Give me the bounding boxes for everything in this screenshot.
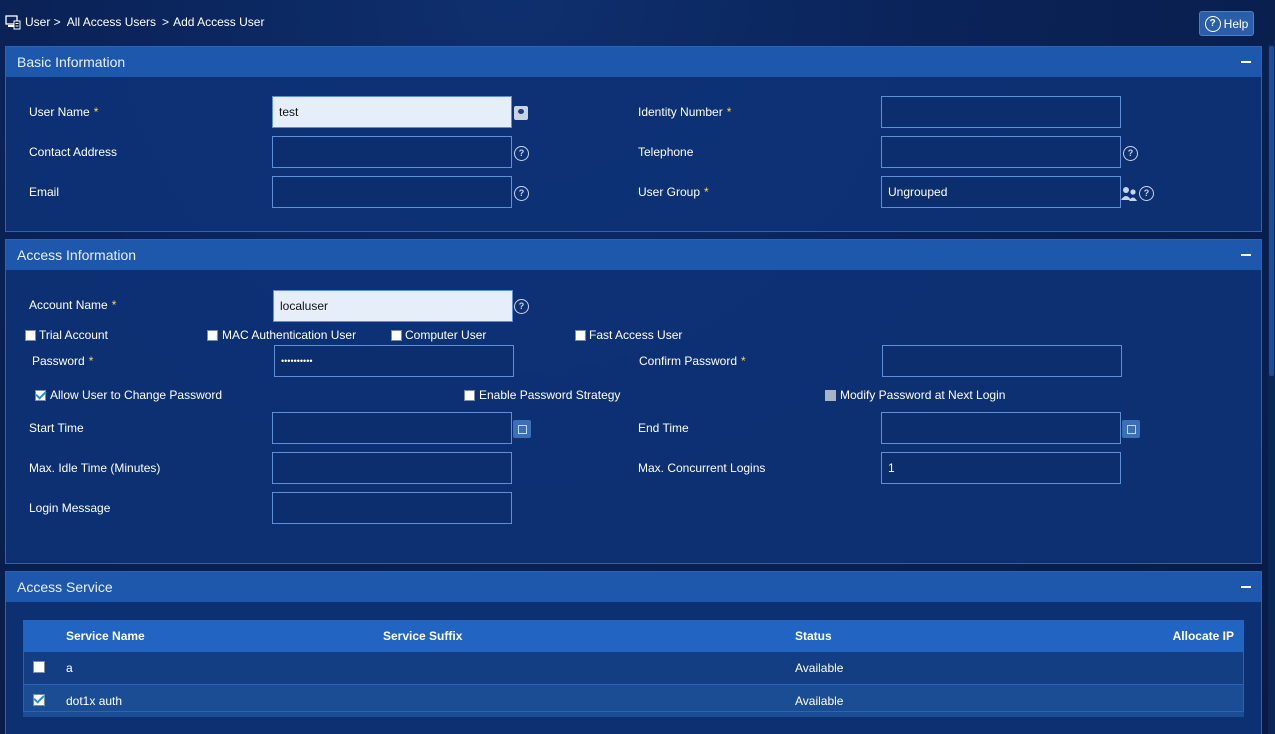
collapse-icon[interactable] bbox=[1241, 61, 1251, 63]
user-name-input[interactable]: test bbox=[272, 96, 512, 128]
max-concurrent-logins-input[interactable]: 1 bbox=[881, 452, 1121, 484]
telephone-label: Telephone bbox=[638, 145, 694, 159]
fast-access-label: Fast Access User bbox=[589, 328, 683, 342]
basic-information-panel: Basic Information User Name * test Identi… bbox=[5, 46, 1262, 232]
email-label: Email bbox=[29, 185, 60, 199]
contact-address-input[interactable] bbox=[272, 136, 512, 168]
fast-access-checkbox[interactable] bbox=[575, 330, 586, 341]
question-icon[interactable]: ? bbox=[514, 299, 529, 314]
trial-account-checkbox[interactable] bbox=[25, 330, 36, 341]
password-input[interactable]: •••••••••• bbox=[274, 345, 514, 377]
password-label: Password * bbox=[32, 354, 94, 368]
end-time-label: End Time bbox=[638, 421, 689, 435]
user-card-icon[interactable] bbox=[514, 106, 528, 120]
access-service-panel: Access Service Service Name Service Suff… bbox=[5, 571, 1262, 734]
computer-user-checkbox[interactable] bbox=[391, 330, 402, 341]
account-name-input[interactable]: localuser bbox=[273, 290, 513, 322]
collapse-icon[interactable] bbox=[1241, 586, 1251, 588]
max-idle-time-label: Max. Idle Time (Minutes) bbox=[29, 461, 161, 475]
identity-number-label: Identity Number * bbox=[638, 105, 732, 119]
mac-authentication-label: MAC Authentication User bbox=[222, 328, 357, 342]
question-icon[interactable]: ? bbox=[514, 146, 529, 161]
modify-password-next-login-checkbox[interactable] bbox=[825, 390, 836, 401]
trial-account-label: Trial Account bbox=[39, 328, 108, 342]
help-button[interactable]: ? Help bbox=[1199, 11, 1254, 36]
confirm-password-input[interactable] bbox=[882, 345, 1122, 377]
login-message-input[interactable] bbox=[272, 492, 512, 524]
collapse-icon[interactable] bbox=[1241, 254, 1251, 256]
calendar-icon[interactable] bbox=[1122, 420, 1140, 438]
breadcrumb-all-access-users[interactable]: All Access Users bbox=[67, 15, 156, 29]
login-message-label: Login Message bbox=[29, 501, 111, 515]
top-bar: User > All Access Users > Add Access Use… bbox=[0, 0, 1275, 44]
access-information-title: Access Information bbox=[17, 247, 137, 263]
access-service-title: Access Service bbox=[17, 579, 113, 595]
service-table-border bbox=[23, 620, 1244, 712]
computer-user-label: Computer User bbox=[405, 328, 487, 342]
group-icon[interactable] bbox=[1121, 185, 1139, 201]
question-icon[interactable]: ? bbox=[1139, 186, 1154, 201]
user-group-input[interactable]: Ungrouped bbox=[881, 176, 1121, 208]
scrollbar-thumb[interactable] bbox=[1269, 46, 1274, 376]
breadcrumb: User > All Access Users > Add Access Use… bbox=[5, 14, 270, 30]
confirm-password-label: Confirm Password * bbox=[639, 354, 746, 368]
breadcrumb-separator: > bbox=[162, 15, 170, 29]
breadcrumb-user[interactable]: User > bbox=[25, 15, 61, 29]
enable-password-strategy-checkbox[interactable] bbox=[464, 390, 475, 401]
calendar-icon[interactable] bbox=[513, 420, 531, 438]
breadcrumb-add-access-user: Add Access User bbox=[173, 15, 265, 29]
user-name-label: User Name * bbox=[29, 105, 99, 119]
basic-information-header[interactable]: Basic Information bbox=[6, 47, 1261, 77]
access-service-header[interactable]: Access Service bbox=[6, 572, 1261, 602]
allow-change-password-label: Allow User to Change Password bbox=[50, 388, 223, 402]
access-information-header[interactable]: Access Information bbox=[6, 240, 1261, 270]
telephone-input[interactable] bbox=[881, 136, 1121, 168]
question-icon[interactable]: ? bbox=[1123, 146, 1138, 161]
contact-address-label: Contact Address bbox=[29, 145, 118, 159]
email-input[interactable] bbox=[272, 176, 512, 208]
enable-password-strategy-label: Enable Password Strategy bbox=[479, 388, 621, 402]
question-icon[interactable]: ? bbox=[514, 186, 529, 201]
start-time-label: Start Time bbox=[29, 421, 84, 435]
allow-change-password-checkbox[interactable] bbox=[35, 390, 46, 401]
help-label: Help bbox=[1223, 16, 1249, 31]
mac-authentication-checkbox[interactable] bbox=[207, 330, 218, 341]
end-time-input[interactable] bbox=[881, 412, 1121, 444]
home-icon bbox=[5, 15, 21, 30]
modify-password-next-login-label: Modify Password at Next Login bbox=[840, 388, 1006, 402]
user-group-label: User Group * bbox=[638, 185, 709, 199]
basic-information-title: Basic Information bbox=[17, 54, 126, 70]
access-information-panel: Access Information Account Name * localus… bbox=[5, 239, 1262, 564]
max-idle-time-input[interactable] bbox=[272, 452, 512, 484]
account-name-label: Account Name * bbox=[29, 298, 117, 312]
identity-number-input[interactable] bbox=[881, 96, 1121, 128]
max-concurrent-logins-label: Max. Concurrent Logins bbox=[638, 461, 766, 475]
help-icon: ? bbox=[1204, 15, 1221, 32]
start-time-input[interactable] bbox=[272, 412, 512, 444]
